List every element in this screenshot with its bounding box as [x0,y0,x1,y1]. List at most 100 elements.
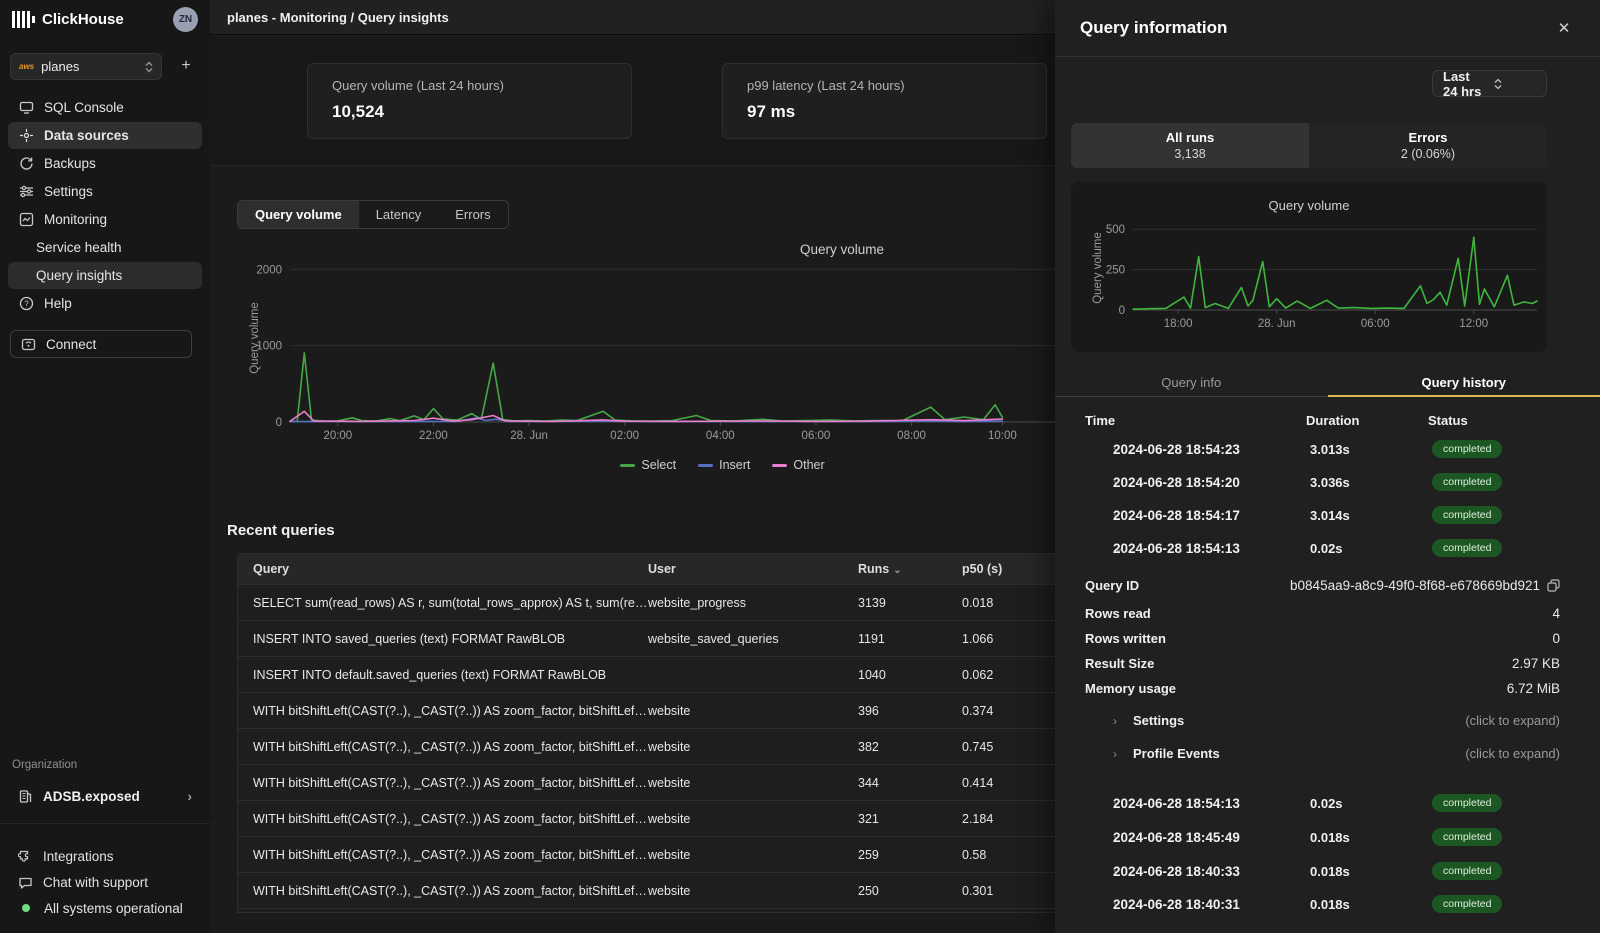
column-header-p50[interactable]: p50 (s) [962,562,1055,576]
detail-row-rows-read: Rows read 4 [1055,606,1600,621]
history-row[interactable]: › 2024-06-28 18:45:49 0.018s completed [1055,825,1600,849]
add-service-button[interactable]: + [176,56,196,76]
cell-query: INSERT INTO saved_queries (text) FORMAT … [238,632,648,646]
legend-swatch [620,464,635,467]
table-row-partial [238,908,1055,912]
tab-query-info[interactable]: Query info [1055,368,1328,396]
recent-queries-title: Recent queries [227,522,335,539]
table-row[interactable]: WITH bitShiftLeft(CAST(?..), _CAST(?..))… [238,764,1055,800]
column-header-query[interactable]: Query [238,562,648,576]
system-status-row[interactable]: All systems operational [8,895,202,921]
cell-query: WITH bitShiftLeft(CAST(?..), _CAST(?..))… [238,704,648,718]
svg-text:04:00: 04:00 [706,430,735,442]
cell-runs: 396 [858,704,962,718]
sidebar-item-help[interactable]: ? Help [8,290,202,317]
service-selector[interactable]: aws planes [10,53,162,80]
sidebar-item-monitoring[interactable]: Monitoring [8,206,202,233]
detail-label: Rows read [1085,606,1552,621]
chevron-right-icon[interactable]: › [1055,897,1113,912]
time-range-value: Last 24 hrs [1443,69,1486,99]
main-content: planes - Monitoring / Query insights Que… [210,0,1055,933]
svg-text:06:00: 06:00 [1361,318,1390,330]
copy-icon[interactable] [1547,579,1560,592]
table-row[interactable]: INSERT INTO saved_queries (text) FORMAT … [238,620,1055,656]
expandable-profile-events[interactable]: › Profile Events (click to expand) [1055,746,1600,761]
history-row-expanded[interactable]: ⌄ 2024-06-28 18:54:13 0.02s completed [1055,536,1600,560]
sidebar-item-query-insights[interactable]: Query insights [8,262,202,289]
connect-button[interactable]: Connect [10,330,192,358]
sidebar-item-service-health[interactable]: Service health [8,234,202,261]
tab-errors[interactable]: Errors [438,201,507,228]
cell-query: WITH bitShiftLeft(CAST(?..), _CAST(?..))… [238,848,648,862]
expandable-hint: (click to expand) [1465,746,1560,761]
column-header-user[interactable]: User [648,562,858,576]
svg-text:Query volume: Query volume [1092,232,1104,304]
status-badge: completed [1432,473,1502,491]
chevron-right-icon[interactable]: › [1055,508,1113,523]
legend-item-select[interactable]: Select [620,458,676,472]
svg-text:12:00: 12:00 [1459,318,1488,330]
chevron-right-icon[interactable]: › [1055,442,1113,457]
sidebar-item-chat-support[interactable]: Chat with support [8,869,202,895]
legend-item-other[interactable]: Other [772,458,824,472]
integrations-icon [18,849,33,864]
expandable-settings[interactable]: › Settings (click to expand) [1055,713,1600,728]
history-row[interactable]: › 2024-06-28 18:54:17 3.014s completed [1055,503,1600,527]
close-icon[interactable]: ✕ [1553,17,1575,39]
column-header-runs[interactable]: Runs⌄ [858,562,962,576]
cell-query: SELECT sum(read_rows) AS r, sum(total_ro… [238,596,648,610]
status-badge: completed [1432,506,1502,524]
tab-query-history[interactable]: Query history [1328,368,1600,396]
cell-p50: 0.374 [962,704,1055,718]
history-row[interactable]: › 2024-06-28 18:54:23 3.013s completed [1055,437,1600,461]
history-time: 2024-06-28 18:40:31 [1113,897,1310,912]
chevron-right-icon[interactable]: › [1055,475,1113,490]
status-dot-icon [22,904,30,912]
connect-label: Connect [46,337,96,352]
sidebar-item-settings[interactable]: Settings [8,178,202,205]
segment-value: 3,138 [1174,147,1205,161]
cell-user: website_saved_queries [648,632,858,646]
segment-all-runs[interactable]: All runs 3,138 [1071,123,1309,168]
table-row[interactable]: WITH bitShiftLeft(CAST(?..), _CAST(?..))… [238,836,1055,872]
time-range-select[interactable]: Last 24 hrs [1432,70,1547,97]
chevron-right-icon[interactable]: › [1055,864,1113,879]
sidebar-item-label: Settings [44,184,93,199]
history-row[interactable]: › 2024-06-28 18:54:13 0.02s completed [1055,791,1600,815]
history-time: 2024-06-28 18:54:20 [1113,475,1310,490]
table-row[interactable]: WITH bitShiftLeft(CAST(?..), _CAST(?..))… [238,800,1055,836]
history-duration: 0.018s [1310,830,1432,845]
chevron-right-icon[interactable]: › [1055,830,1113,845]
detail-value: 0 [1552,631,1560,646]
sidebar-item-sql-console[interactable]: SQL Console [8,94,202,121]
tab-latency[interactable]: Latency [359,201,439,228]
table-row[interactable]: INSERT INTO default.saved_queries (text)… [238,656,1055,692]
sidebar-item-data-sources[interactable]: Data sources [8,122,202,149]
chat-icon [18,875,33,890]
chevron-right-icon[interactable]: › [1055,796,1113,811]
table-row[interactable]: SELECT sum(read_rows) AS r, sum(total_ro… [238,584,1055,620]
svg-text:06:00: 06:00 [802,430,831,442]
mini-chart-title: Query volume [1071,198,1547,213]
panel-header: Query information ✕ [1055,0,1600,57]
svg-text:Query volume: Query volume [249,302,261,374]
cell-p50: 1.066 [962,632,1055,646]
segment-errors[interactable]: Errors 2 (0.06%) [1309,123,1547,168]
legend-swatch [698,464,713,467]
detail-label: Query ID [1085,578,1290,593]
chevron-down-icon[interactable]: ⌄ [1055,540,1113,556]
history-row[interactable]: › 2024-06-28 18:40:33 0.018s completed [1055,859,1600,883]
sidebar-item-integrations[interactable]: Integrations [8,843,202,869]
svg-text:28. Jun: 28. Jun [1258,318,1296,330]
tab-query-volume[interactable]: Query volume [238,201,359,228]
sidebar-item-backups[interactable]: Backups [8,150,202,177]
user-avatar[interactable]: ZN [173,7,198,32]
table-row[interactable]: WITH bitShiftLeft(CAST(?..), _CAST(?..))… [238,728,1055,764]
history-row[interactable]: › 2024-06-28 18:40:31 0.018s completed [1055,892,1600,916]
table-row[interactable]: WITH bitShiftLeft(CAST(?..), _CAST(?..))… [238,692,1055,728]
status-badge: completed [1432,828,1502,846]
history-row[interactable]: › 2024-06-28 18:54:20 3.036s completed [1055,470,1600,494]
organization-row[interactable]: ADSB.exposed › [8,783,202,809]
legend-item-insert[interactable]: Insert [698,458,750,472]
table-row[interactable]: WITH bitShiftLeft(CAST(?..), _CAST(?..))… [238,872,1055,908]
